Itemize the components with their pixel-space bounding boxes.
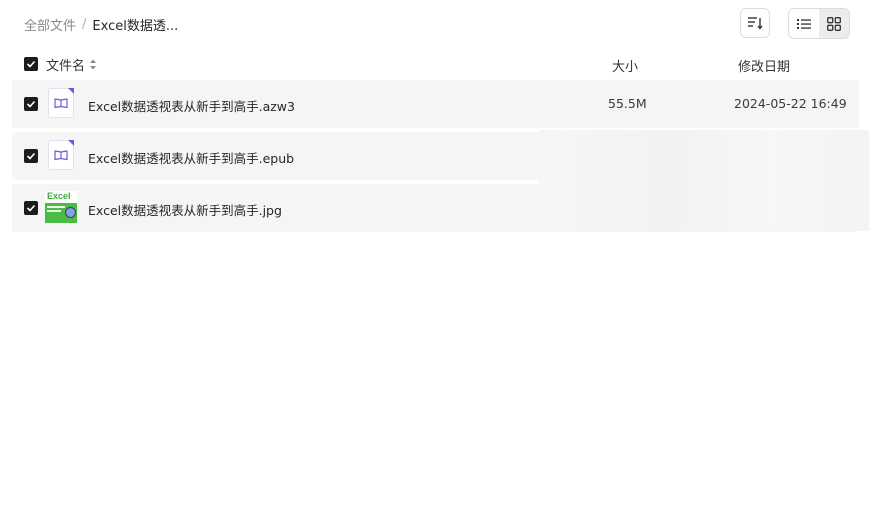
sort-button[interactable]: [740, 8, 770, 38]
ebook-icon: [48, 88, 76, 120]
ebook-icon: [48, 140, 76, 172]
image-thumbnail: Excel: [45, 191, 77, 225]
row-checkbox[interactable]: [24, 97, 38, 111]
file-modified-date: 2024-05-22 16:49: [734, 96, 847, 111]
file-name[interactable]: Excel数据透视表从新手到高手.jpg: [88, 200, 282, 219]
list-view-button[interactable]: [789, 9, 819, 38]
breadcrumb-separator: /: [82, 16, 87, 32]
breadcrumb-current-folder: Excel数据透...: [92, 18, 179, 34]
sort-arrows-icon: [90, 59, 97, 70]
checkmark-icon: [26, 152, 36, 160]
name-column-label: 文件名: [46, 59, 86, 74]
file-name[interactable]: Excel数据透视表从新手到高手.epub: [88, 148, 294, 167]
file-name[interactable]: Excel数据透视表从新手到高手.azw3: [88, 96, 295, 115]
row-checkbox[interactable]: [24, 149, 38, 163]
blurred-region: [539, 130, 869, 231]
date-column-header[interactable]: 修改日期: [738, 56, 790, 75]
file-list-header: 文件名 大小 修改日期: [12, 52, 859, 76]
grid-view-icon: [827, 16, 841, 31]
row-checkbox[interactable]: [24, 201, 38, 215]
thumbnail-cover-title: Excel: [47, 191, 71, 201]
checkmark-icon: [26, 60, 36, 68]
file-browser-page: 全部文件 / Excel数据透... 文件名 大小 修改日期 Excel数据透视…: [0, 0, 874, 514]
checkmark-icon: [26, 204, 36, 212]
breadcrumb-root-link[interactable]: 全部文件: [24, 15, 76, 34]
checkmark-icon: [26, 100, 36, 108]
name-column-header[interactable]: 文件名: [46, 55, 97, 74]
view-mode-toggle: [788, 8, 850, 39]
file-row[interactable]: Excel数据透视表从新手到高手.azw3 55.5M 2024-05-22 1…: [12, 80, 859, 128]
size-column-header[interactable]: 大小: [612, 56, 638, 75]
grid-view-button[interactable]: [819, 9, 849, 38]
select-all-checkbox[interactable]: [24, 57, 38, 71]
breadcrumb: 全部文件 / Excel数据透...: [24, 14, 178, 34]
file-size: 55.5M: [608, 96, 647, 111]
list-view-icon: [797, 18, 811, 29]
sort-icon: [748, 17, 763, 30]
